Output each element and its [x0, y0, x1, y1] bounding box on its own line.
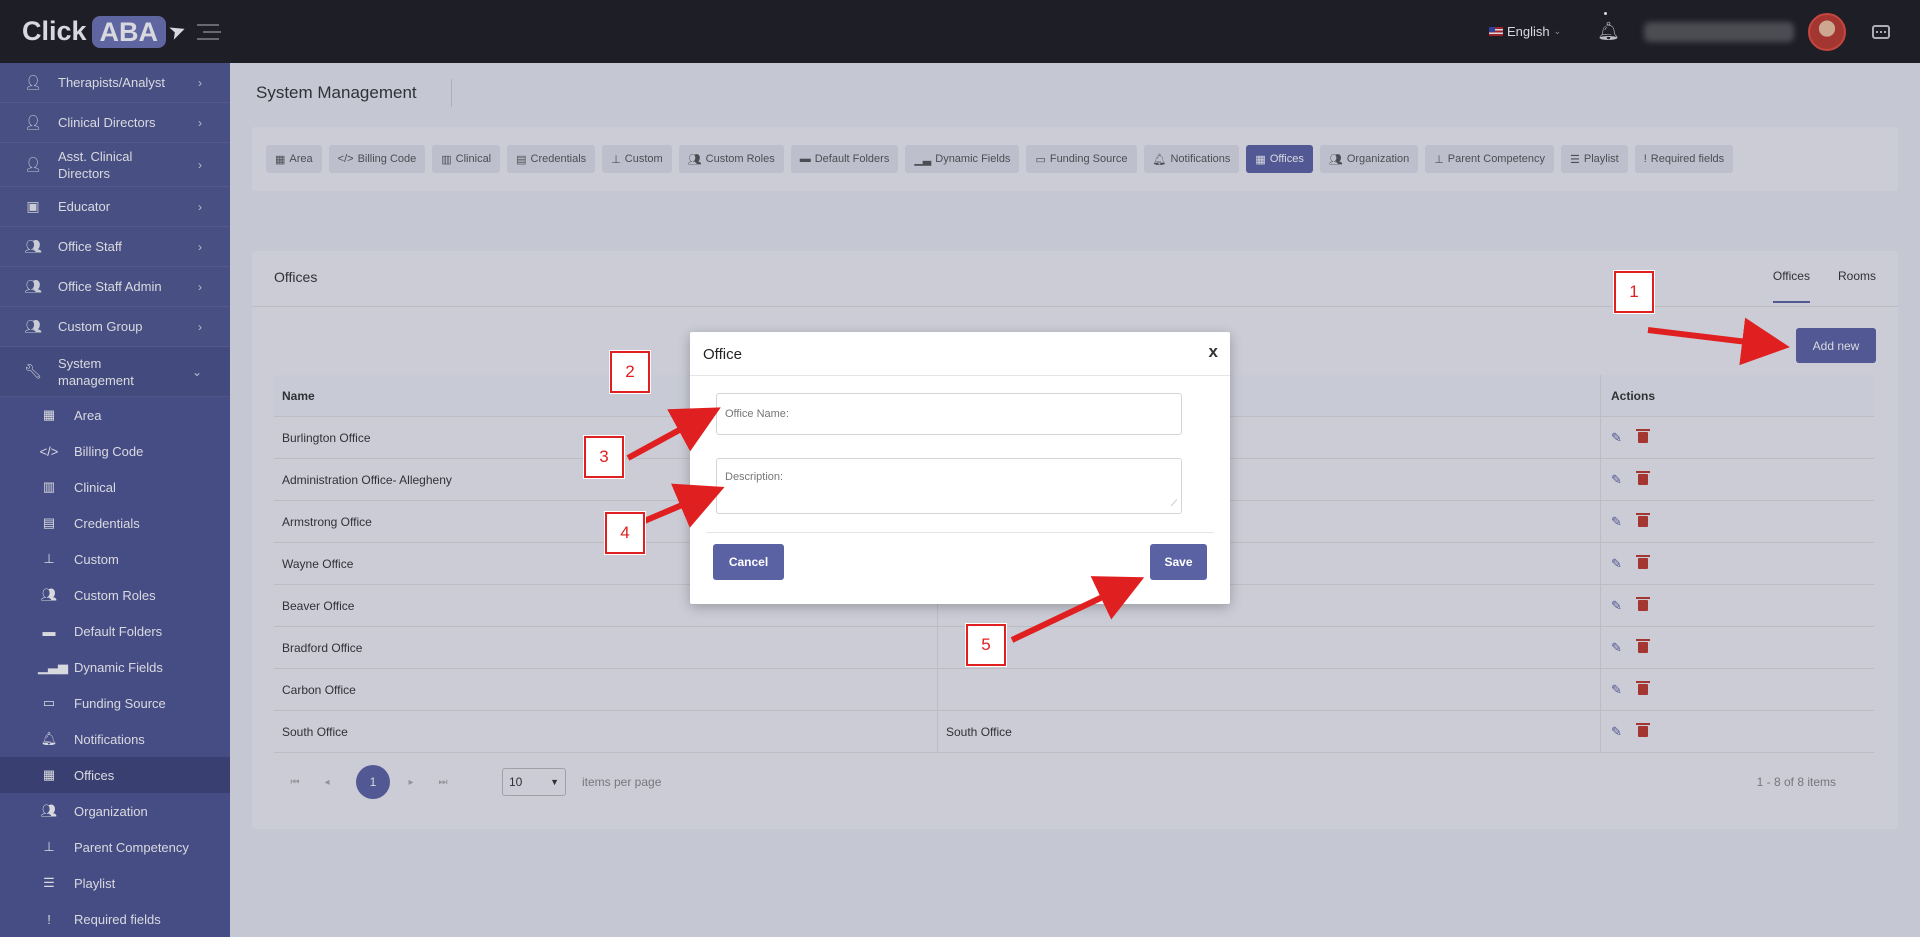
- close-icon[interactable]: x: [1209, 342, 1218, 362]
- resize-handle-icon[interactable]: ⟋: [1171, 498, 1177, 509]
- divider: [690, 375, 1230, 376]
- annotation-callout-3: 3: [584, 436, 624, 478]
- cancel-button[interactable]: Cancel: [713, 544, 784, 580]
- annotation-callout-5: 5: [966, 624, 1006, 666]
- annotation-callout-1: 1: [1614, 271, 1654, 313]
- office-modal: Office x Description: ⟋ Cancel Save: [690, 332, 1230, 604]
- office-name-input[interactable]: [716, 393, 1182, 435]
- annotation-callout-4: 4: [605, 512, 645, 554]
- annotation-callout-2: 2: [610, 351, 650, 393]
- divider: [706, 532, 1214, 533]
- modal-title: Office: [703, 346, 742, 363]
- description-placeholder: Description:: [725, 471, 784, 483]
- save-button[interactable]: Save: [1150, 544, 1207, 580]
- description-textarea[interactable]: Description: ⟋: [716, 458, 1182, 514]
